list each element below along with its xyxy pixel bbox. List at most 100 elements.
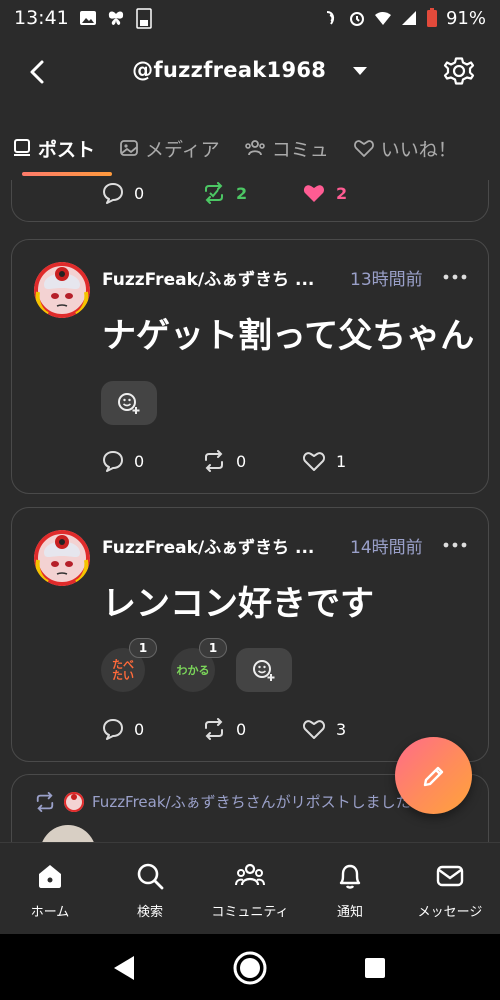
heart-filled-icon [303, 185, 325, 202]
system-recents-icon[interactable] [357, 950, 393, 986]
repost-button[interactable]: 0 [202, 718, 246, 740]
signal-icon [401, 11, 416, 25]
heart-icon [302, 720, 326, 739]
reply-count: 0 [134, 183, 145, 203]
reply-button[interactable]: 0 [102, 718, 144, 740]
post-time[interactable]: 13時間前 [350, 265, 423, 290]
more-options-icon[interactable] [442, 538, 468, 552]
profile-header: @fuzzfreak1968 [0, 36, 500, 108]
heart-icon [302, 452, 326, 471]
repost-count: 2 [236, 183, 248, 203]
nav-label: ホーム [30, 905, 70, 920]
battery-notification-icon [136, 8, 152, 29]
phone-icon [14, 139, 30, 156]
reply-button[interactable]: 0 [102, 182, 144, 204]
battery-icon [426, 8, 437, 27]
community-icon [235, 863, 265, 886]
post-time[interactable]: 14時間前 [350, 533, 423, 558]
compose-button[interactable] [395, 737, 472, 814]
reply-count: 0 [134, 719, 145, 739]
mini-avatar [64, 791, 84, 812]
like-button[interactable]: 3 [302, 718, 346, 740]
chevron-down-icon [352, 67, 367, 75]
nav-label: コミュニティ [211, 905, 289, 920]
like-count: 3 [336, 719, 347, 739]
tab-media[interactable]: メディア [107, 124, 232, 172]
butterfly-notification-icon [108, 11, 123, 25]
repost-button[interactable]: 2 [202, 182, 247, 204]
image-icon [120, 140, 138, 156]
repost-icon [36, 791, 54, 812]
add-reaction-button[interactable] [101, 381, 157, 425]
post-body: ナゲット割って父ちゃん [102, 316, 475, 356]
nfc-icon [326, 11, 335, 25]
nav-home[interactable]: ホーム [0, 843, 100, 934]
bottom-navigation: ホーム 検索 コミュニティ 通知 メッセージ [0, 842, 500, 934]
repost-count: 0 [236, 719, 247, 739]
nav-community[interactable]: コミュニティ [200, 843, 300, 934]
system-home-icon[interactable] [232, 950, 268, 986]
nav-label: メッセージ [417, 905, 483, 920]
reaction-stamp-wakaru[interactable]: わかる 1 [171, 638, 227, 692]
stamp-count: 1 [199, 638, 227, 658]
post-card[interactable]: FuzzFreak/ふぁずきち ... 13時間前 ナゲット割って父ちゃん 0 … [11, 239, 489, 494]
tab-label: ポスト [38, 138, 96, 161]
avatar[interactable] [34, 262, 90, 318]
profile-tabs: ポスト メディア コミュ いいね！ [0, 120, 500, 176]
more-options-icon[interactable] [442, 270, 468, 284]
tab-posts[interactable]: ポスト [0, 124, 107, 172]
battery-level: 91% [445, 7, 486, 29]
add-emoji-icon [253, 660, 275, 681]
reply-icon [103, 183, 123, 204]
tab-likes[interactable]: いいね！ [341, 124, 469, 172]
reply-icon [103, 451, 123, 472]
add-reaction-button[interactable] [236, 648, 292, 692]
like-button[interactable]: 1 [302, 450, 346, 472]
add-emoji-icon [118, 393, 140, 414]
community-icon [244, 140, 265, 156]
search-icon [137, 863, 164, 890]
post-body: レンコン好きです [102, 584, 374, 624]
like-count: 1 [336, 451, 347, 471]
alarm-icon [349, 12, 364, 26]
reply-button[interactable]: 0 [102, 450, 144, 472]
nav-search[interactable]: 検索 [100, 843, 200, 934]
status-bar: 13:41 91% [0, 0, 500, 36]
pencil-icon [423, 766, 443, 786]
repost-banner-text: FuzzFreak/ふぁずきちさんがリポストしました [92, 793, 411, 811]
reply-count: 0 [134, 451, 145, 471]
avatar-illustration [34, 262, 90, 318]
avatar[interactable] [34, 530, 90, 586]
wifi-icon [374, 12, 391, 25]
stamp-count: 1 [129, 638, 157, 658]
system-navigation-bar [0, 934, 500, 1000]
heart-icon [353, 140, 374, 157]
like-button[interactable]: 2 [302, 182, 347, 204]
stamp-label: たべ たい [112, 658, 134, 682]
post-card[interactable]: FuzzFreak/ふぁずきち ... 14時間前 レンコン好きです たべ たい… [11, 507, 489, 762]
next-avatar-peek [40, 825, 96, 842]
gear-icon[interactable] [442, 54, 476, 88]
gallery-notification-icon [79, 11, 96, 25]
tab-label: メディア [145, 138, 220, 161]
reply-icon [103, 719, 123, 740]
nav-messages[interactable]: メッセージ [400, 843, 500, 934]
repost-banner[interactable]: FuzzFreak/ふぁずきちさんがリポストしました [34, 791, 411, 812]
repost-button[interactable]: 0 [202, 450, 246, 472]
home-icon [39, 865, 61, 888]
nav-notifications[interactable]: 通知 [300, 843, 400, 934]
nav-label: 通知 [336, 905, 363, 920]
active-tab-indicator [22, 172, 112, 176]
post-card-partial[interactable]: 0 2 2 [11, 180, 489, 222]
system-back-icon[interactable] [106, 950, 142, 986]
author-name[interactable]: FuzzFreak/ふぁずきち ... [102, 533, 314, 558]
tab-community[interactable]: コミュ [232, 124, 341, 172]
tab-label: いいね！ [380, 138, 457, 161]
tab-label: コミュ [271, 138, 329, 161]
reaction-stamp-tabetai[interactable]: たべ たい 1 [101, 638, 157, 692]
account-switcher[interactable]: @fuzzfreak1968 [0, 58, 500, 82]
bell-icon [339, 864, 361, 889]
repost-icon [205, 450, 223, 472]
author-name[interactable]: FuzzFreak/ふぁずきち ... [102, 265, 314, 290]
nav-label: 検索 [136, 905, 163, 920]
